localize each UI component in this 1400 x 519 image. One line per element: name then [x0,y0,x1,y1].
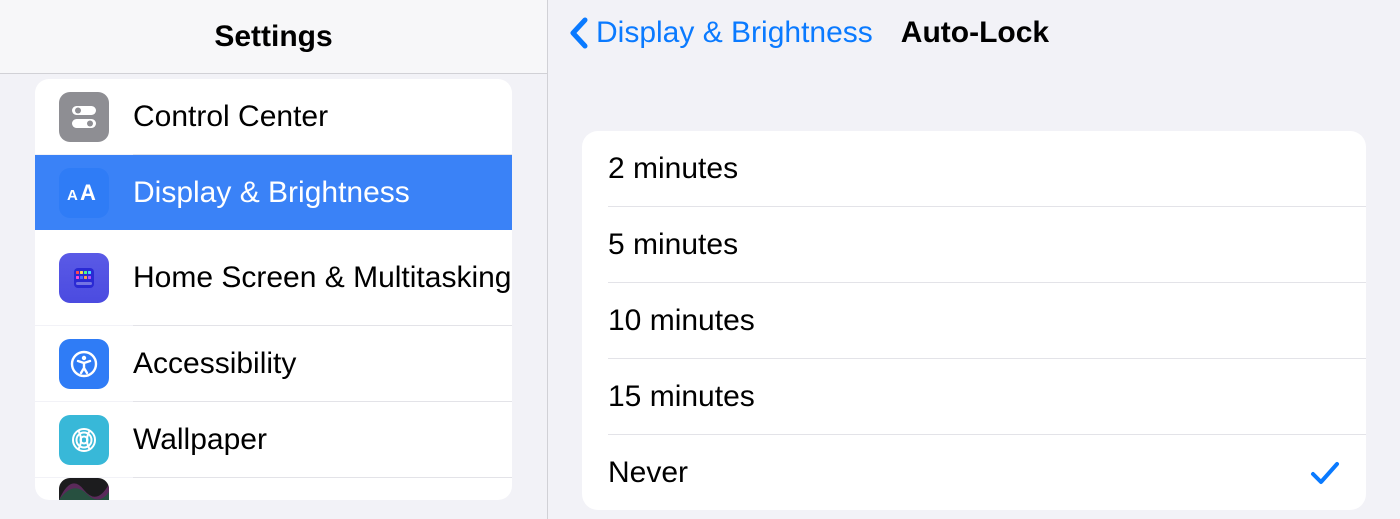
toggles-icon [59,92,109,142]
settings-sidebar: Settings Control Center [0,0,548,519]
option-label: Never [608,456,688,490]
sidebar-item-label: Home Screen & Multitasking [133,260,512,296]
sidebar-item-accessibility[interactable]: Accessibility [35,326,512,401]
sidebar-item-home-screen[interactable]: Home Screen & Multitasking [35,230,512,325]
home-grid-icon [59,253,109,303]
back-button[interactable]: Display & Brightness [568,16,873,50]
back-label: Display & Brightness [596,16,873,50]
detail-pane: Display & Brightness Auto-Lock 2 minutes… [548,0,1400,519]
auto-lock-options: 2 minutes 5 minutes 10 minutes 15 minute… [582,131,1366,510]
option-label: 10 minutes [608,304,755,338]
detail-header: Display & Brightness Auto-Lock [548,0,1400,65]
sidebar-item-next[interactable] [35,478,512,500]
sidebar-item-label: Accessibility [133,346,296,382]
accessibility-icon [59,339,109,389]
swirl-icon [59,478,109,500]
option-10-minutes[interactable]: 10 minutes [582,283,1366,358]
wallpaper-icon [59,415,109,465]
svg-text:A: A [80,182,96,204]
sidebar-item-display-brightness[interactable]: A A Display & Brightness [35,155,512,230]
option-never[interactable]: Never [582,435,1366,510]
svg-text:A: A [67,187,78,204]
sidebar-item-control-center[interactable]: Control Center [35,79,512,154]
sidebar-item-wallpaper[interactable]: Wallpaper [35,402,512,477]
option-label: 2 minutes [608,152,738,186]
sidebar-scroll[interactable]: Control Center A A Display & Brightness [0,74,547,519]
checkmark-icon [1310,460,1340,486]
option-15-minutes[interactable]: 15 minutes [582,359,1366,434]
sidebar-header: Settings [0,0,547,74]
sidebar-item-label: Control Center [133,99,328,135]
chevron-left-icon [568,16,590,50]
option-label: 15 minutes [608,380,755,414]
option-2-minutes[interactable]: 2 minutes [582,131,1366,206]
sidebar-item-label: Wallpaper [133,422,267,458]
option-5-minutes[interactable]: 5 minutes [582,207,1366,282]
option-label: 5 minutes [608,228,738,262]
detail-title: Auto-Lock [901,16,1049,50]
sidebar-item-label: Display & Brightness [133,175,410,211]
text-size-icon: A A [59,168,109,218]
page-title: Settings [214,20,332,54]
